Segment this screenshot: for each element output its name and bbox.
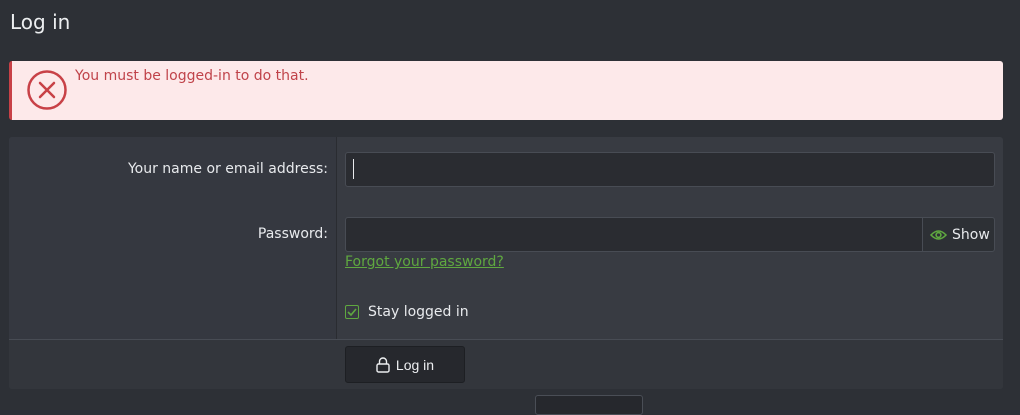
error-text: You must be logged-in to do that. (75, 68, 309, 84)
login-label: Your name or email address: (127, 161, 328, 177)
text-caret (353, 159, 354, 179)
password-input[interactable] (345, 217, 923, 252)
checkbox-checked-icon[interactable] (345, 305, 359, 319)
login-form: Your name or email address: Password: Sh… (9, 137, 1003, 389)
lock-icon (376, 356, 390, 373)
forgot-password-link[interactable]: Forgot your password? (345, 254, 504, 270)
login-button-label: Log in (395, 356, 435, 373)
check-icon (347, 308, 357, 316)
login-input[interactable] (345, 152, 995, 187)
partial-button[interactable] (535, 395, 643, 415)
page-title: Log in (10, 10, 71, 34)
stay-logged-in-checkbox[interactable]: Stay logged in (345, 304, 469, 320)
stay-logged-in-label: Stay logged in (368, 304, 469, 320)
error-message-block: You must be logged-in to do that. (9, 61, 1003, 120)
login-button[interactable]: Log in (345, 346, 465, 383)
password-label: Password: (257, 226, 328, 242)
eye-icon (930, 229, 947, 240)
show-password-button[interactable]: Show (922, 217, 995, 252)
x-circle-icon (27, 70, 67, 110)
form-footer: Log in (9, 339, 1003, 389)
show-label: Show (952, 226, 990, 243)
